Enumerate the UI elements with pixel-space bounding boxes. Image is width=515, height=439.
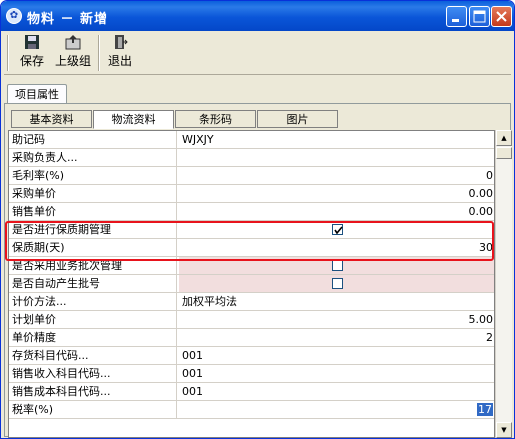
tab-logistics-info[interactable]: 物流资料 bbox=[93, 110, 174, 129]
grid-row-label: 助记码 bbox=[9, 131, 177, 149]
grid-row[interactable]: 助记码 WJXJY bbox=[9, 131, 494, 149]
tab-item-properties[interactable]: 项目属性 bbox=[7, 84, 67, 104]
grid-row[interactable]: 销售成本科目代码... 001 bbox=[9, 383, 494, 401]
save-button[interactable]: 保存 bbox=[17, 34, 47, 69]
checkmark-icon bbox=[334, 226, 343, 235]
grid-row-value[interactable]: 0.00 bbox=[179, 203, 494, 221]
app-window: ✿ 物料 － 新增 保存 上级组 退出 项目属性 基本资料 物流资料 条形码 图… bbox=[0, 0, 515, 439]
grid-row-value[interactable] bbox=[179, 257, 494, 275]
arrow-up-icon: ▲ bbox=[501, 134, 507, 142]
grid-row-value[interactable]: 0 bbox=[179, 167, 494, 185]
grid-row[interactable]: 计价方法... 加权平均法 bbox=[9, 293, 494, 311]
title-bar[interactable]: ✿ 物料 － 新增 bbox=[1, 1, 514, 31]
checkbox[interactable] bbox=[332, 278, 343, 289]
floppy-disk-icon bbox=[25, 35, 39, 49]
grid-row[interactable]: 保质期(天) 30 bbox=[9, 239, 494, 257]
window-title: 物料 － 新增 bbox=[27, 12, 109, 27]
grid-row[interactable]: 是否采用业务批次管理 bbox=[9, 257, 494, 275]
checkbox[interactable] bbox=[332, 224, 343, 235]
toolbar-grip bbox=[7, 35, 9, 71]
grid-row-value[interactable]: 30 bbox=[179, 239, 494, 257]
grid-row-value[interactable]: 001 bbox=[179, 383, 494, 401]
grid-row-value[interactable] bbox=[179, 149, 494, 167]
minimize-button[interactable] bbox=[446, 6, 467, 27]
grid-row[interactable]: 销售收入科目代码... 001 bbox=[9, 365, 494, 383]
grid-row[interactable]: 存货科目代码... 001 bbox=[9, 347, 494, 365]
scroll-thumb[interactable] bbox=[496, 147, 512, 159]
grid-row-label: 是否采用业务批次管理 bbox=[9, 257, 177, 275]
exit-label: 退出 bbox=[107, 54, 132, 68]
grid-row-value[interactable]: WJXJY bbox=[179, 131, 494, 149]
grid-row-value[interactable]: 001 bbox=[179, 365, 494, 383]
grid-row[interactable]: 计划单价 5.00 bbox=[9, 311, 494, 329]
grid-row-label: 保质期(天) bbox=[9, 239, 177, 257]
property-grid[interactable]: 助记码 WJXJY 采购负责人... 毛利率(%) 0 采购单价 0.00 销售单价 0.00 是… bbox=[8, 130, 495, 438]
save-label: 保存 bbox=[19, 54, 44, 68]
checkbox[interactable] bbox=[332, 260, 343, 271]
tab-image[interactable]: 图片 bbox=[257, 110, 338, 128]
grid-row-label: 销售收入科目代码... bbox=[9, 365, 177, 383]
grid-row-label: 税率(%) bbox=[9, 401, 177, 419]
grid-row-value[interactable] bbox=[179, 275, 494, 293]
grid-row[interactable]: 单价精度 2 bbox=[9, 329, 494, 347]
app-icon[interactable]: ✿ bbox=[6, 8, 22, 24]
grid-row-value[interactable]: 17 bbox=[179, 401, 494, 419]
grid-row-value[interactable]: 加权平均法 bbox=[179, 293, 494, 311]
tab-barcode[interactable]: 条形码 bbox=[175, 110, 256, 128]
grid-row[interactable]: 毛利率(%) 0 bbox=[9, 167, 494, 185]
exit-button[interactable]: 退出 bbox=[105, 34, 135, 69]
parent-group-button[interactable]: 上级组 bbox=[51, 34, 95, 69]
maximize-button[interactable] bbox=[469, 6, 490, 27]
grid-row-value[interactable]: 5.00 bbox=[179, 311, 494, 329]
grid-row-label: 采购负责人... bbox=[9, 149, 177, 167]
scroll-down-button[interactable]: ▼ bbox=[496, 422, 512, 438]
grid-row-value[interactable] bbox=[179, 221, 494, 239]
grid-row[interactable]: 销售单价 0.00 bbox=[9, 203, 494, 221]
grid-row-label: 计价方法... bbox=[9, 293, 177, 311]
grid-row[interactable]: 是否进行保质期管理 bbox=[9, 221, 494, 239]
parent-group-label: 上级组 bbox=[54, 54, 91, 68]
grid-row-value[interactable]: 001 bbox=[179, 347, 494, 365]
minimize-icon bbox=[452, 19, 459, 22]
grid-row-value[interactable]: 0.00 bbox=[179, 185, 494, 203]
folder-up-icon bbox=[65, 35, 81, 50]
vertical-scrollbar[interactable]: ▲ ▼ bbox=[495, 130, 512, 438]
grid-row-label: 计划单价 bbox=[9, 311, 177, 329]
grid-row-label: 销售成本科目代码... bbox=[9, 383, 177, 401]
maximize-icon bbox=[473, 10, 486, 23]
selected-value[interactable]: 17 bbox=[477, 403, 493, 416]
close-button[interactable] bbox=[491, 6, 512, 27]
toolbar-separator bbox=[98, 35, 100, 71]
grid-row-label: 存货科目代码... bbox=[9, 347, 177, 365]
scroll-up-button[interactable]: ▲ bbox=[496, 130, 512, 146]
grid-row-label: 销售单价 bbox=[9, 203, 177, 221]
close-icon bbox=[496, 11, 507, 22]
arrow-down-icon: ▼ bbox=[501, 426, 507, 434]
grid-row-label: 采购单价 bbox=[9, 185, 177, 203]
toolbar: 保存 上级组 退出 bbox=[4, 31, 511, 75]
grid-row[interactable]: 采购负责人... bbox=[9, 149, 494, 167]
grid-row[interactable]: 是否自动产生批号 bbox=[9, 275, 494, 293]
exit-door-icon bbox=[115, 35, 128, 49]
grid-row-label: 是否自动产生批号 bbox=[9, 275, 177, 293]
grid-row-value[interactable]: 2 bbox=[179, 329, 494, 347]
grid-row-label: 单价精度 bbox=[9, 329, 177, 347]
grid-row[interactable]: 税率(%) 17 bbox=[9, 401, 494, 419]
properties-panel: 基本资料 物流资料 条形码 图片 助记码 WJXJY 采购负责人... 毛利率(%) 0… bbox=[4, 103, 512, 438]
tab-basic-info[interactable]: 基本资料 bbox=[11, 110, 92, 128]
grid-row-label: 是否进行保质期管理 bbox=[9, 221, 177, 239]
grid-row[interactable]: 采购单价 0.00 bbox=[9, 185, 494, 203]
grid-row-label: 毛利率(%) bbox=[9, 167, 177, 185]
